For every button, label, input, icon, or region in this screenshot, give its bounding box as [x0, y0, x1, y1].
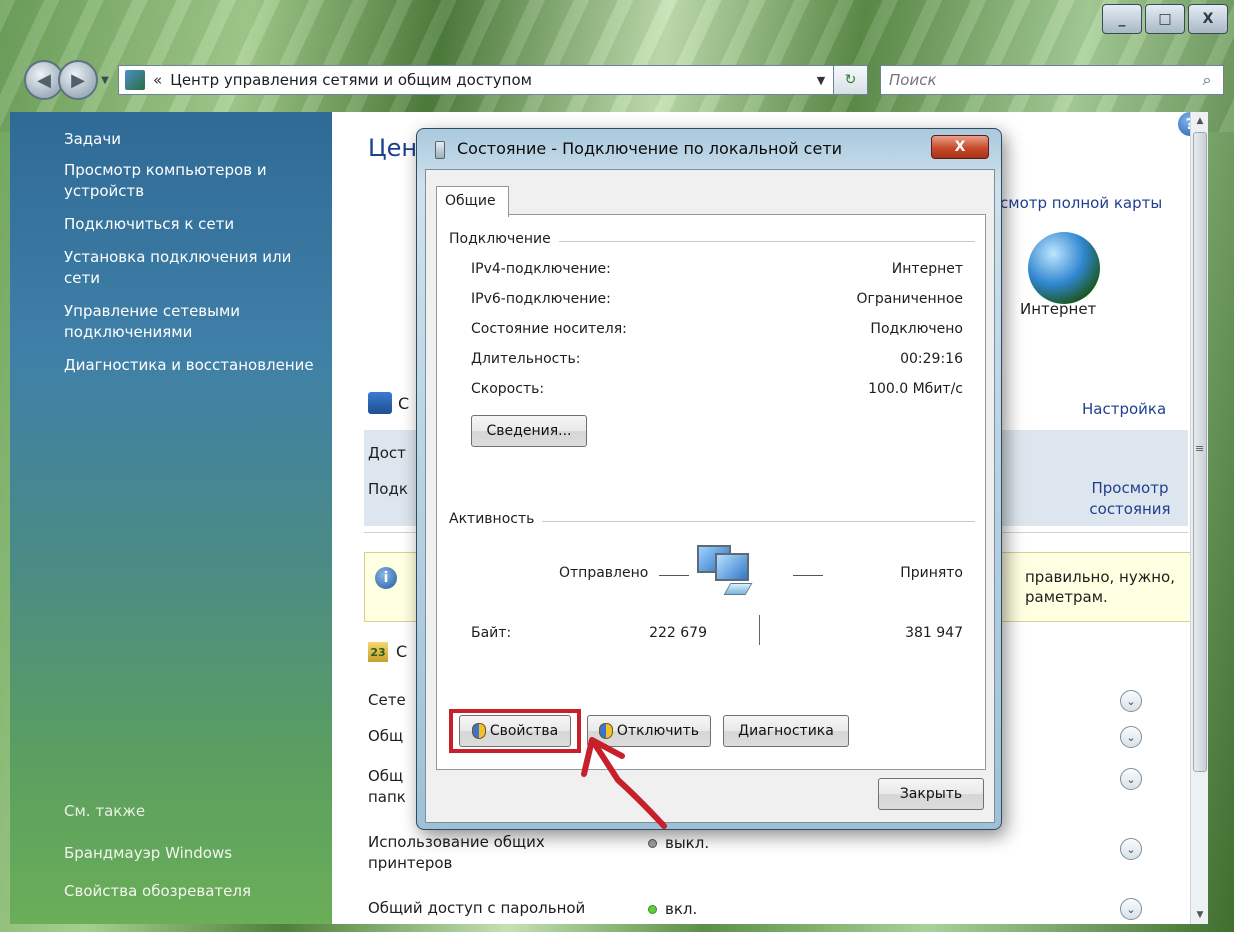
diagnose-button[interactable]: Диагностика — [723, 715, 849, 747]
sharing-row-label: Общ папк — [368, 767, 406, 806]
address-dropdown-icon[interactable]: ▼ — [809, 74, 833, 87]
sidebar-item-connect[interactable]: Подключиться к сети — [64, 214, 320, 235]
disable-button-label: Отключить — [616, 723, 700, 739]
setup-link[interactable]: Настройка — [1082, 400, 1166, 418]
sharing-row-label: Сете — [368, 691, 406, 709]
sharing-row-value: выкл. — [665, 834, 710, 852]
activity-divider — [759, 615, 760, 645]
expand-icon[interactable]: ⌄ — [1120, 768, 1142, 790]
access-label: Дост — [368, 444, 406, 462]
ipv6-value: Ограниченное — [856, 291, 963, 307]
properties-button-label: Свойства — [489, 723, 559, 739]
tab-panel: Подключение IPv4-подключение: Интернет I… — [436, 214, 986, 770]
disable-button[interactable]: Отключить — [587, 715, 711, 747]
tab-general[interactable]: Общие — [436, 186, 509, 217]
expand-icon[interactable]: ⌄ — [1120, 838, 1142, 860]
sidebar-item-diagnose[interactable]: Диагностика и восстановление — [64, 355, 320, 376]
network-section-title: С — [398, 394, 410, 413]
shield-icon — [471, 723, 486, 739]
navigation-bar: ◀ ▶ ▼ « Центр управления сетями и общим … — [24, 58, 1224, 102]
expand-icon[interactable]: ⌄ — [1120, 726, 1142, 748]
expand-icon[interactable]: ⌄ — [1120, 690, 1142, 712]
status-off-icon — [648, 839, 657, 848]
close-window-button[interactable]: X — [1188, 4, 1228, 34]
sent-label: Отправлено — [559, 565, 649, 581]
bytes-label: Байт: — [471, 625, 512, 641]
scroll-grip-icon: ≡ — [1195, 442, 1205, 455]
vertical-scrollbar[interactable]: ▲ ≡ ▼ — [1190, 112, 1208, 924]
sharing-row-label: Использование общих принтеров — [368, 833, 545, 872]
ipv4-value: Интернет — [891, 261, 963, 277]
window: _ □ X ◀ ▶ ▼ « Центр управления сетями и … — [0, 0, 1234, 932]
breadcrumb[interactable]: Центр управления сетями и общим доступом — [170, 71, 809, 89]
duration-value: 00:29:16 — [900, 351, 963, 367]
duration-label: Длительность: — [471, 351, 581, 367]
status-on-icon — [648, 905, 657, 914]
cable-icon — [723, 583, 753, 595]
bytes-sent-value: 222 679 — [649, 625, 707, 641]
breadcrumb-overflow[interactable]: « — [153, 71, 162, 89]
info-icon: i — [375, 567, 397, 589]
sharing-row-status: выкл. — [648, 834, 709, 852]
sharing-row-label: Общ — [368, 727, 404, 745]
sent-line — [659, 575, 689, 576]
history-dropdown-icon[interactable]: ▼ — [98, 70, 112, 90]
view-status-link[interactable]: Просмотр состояния — [1070, 478, 1190, 520]
ipv6-label: IPv6-подключение: — [471, 291, 611, 307]
received-line — [793, 575, 823, 576]
received-label: Принято — [900, 565, 963, 581]
sharing-section-title: С — [396, 642, 408, 661]
see-also-title: См. также — [64, 802, 146, 820]
internet-label: Интернет — [1020, 300, 1097, 318]
sharing-row-status: вкл. — [648, 900, 697, 918]
sidebar-item-manage-connections[interactable]: Управление сетевыми подключениями — [64, 301, 320, 343]
control-panel-icon — [125, 70, 145, 90]
dialog-body: Общие Подключение IPv4-подключение: Инте… — [425, 169, 995, 823]
close-button[interactable]: Закрыть — [878, 778, 984, 810]
sidebar-item-setup-connection[interactable]: Установка подключения или сети — [64, 247, 320, 289]
network-icon — [368, 392, 392, 414]
refresh-icon[interactable]: ↻ — [834, 65, 868, 95]
expand-icon[interactable]: ⌄ — [1120, 898, 1142, 920]
scroll-up-icon[interactable]: ▲ — [1191, 112, 1209, 130]
search-input[interactable] — [889, 71, 1191, 89]
see-also-internet-options[interactable]: Свойства обозревателя — [64, 882, 251, 900]
bytes-received-value: 381 947 — [905, 625, 963, 641]
scroll-down-icon[interactable]: ▼ — [1191, 906, 1209, 924]
media-state-label: Состояние носителя: — [471, 321, 627, 337]
address-bar[interactable]: « Центр управления сетями и общим доступ… — [118, 65, 834, 95]
search-icon[interactable]: ⌕ — [1191, 70, 1223, 90]
sharing-row-value: вкл. — [665, 900, 698, 918]
caption-buttons: _ □ X — [1099, 4, 1228, 34]
info-banner-text: правильно, нужно, раметрам. — [1025, 568, 1176, 606]
properties-button[interactable]: Свойства — [459, 715, 571, 747]
computer-icon — [697, 541, 753, 597]
sharing-row-label: Общий доступ с парольной — [368, 899, 586, 917]
shield-icon — [598, 723, 613, 739]
task-sidebar: Задачи Просмотр компьютеров и устройств … — [10, 112, 332, 924]
connection-status-dialog: Состояние - Подключение по локальной сет… — [416, 128, 1002, 830]
media-state-value: Подключено — [870, 321, 963, 337]
full-map-link[interactable]: смотр полной карты — [1000, 194, 1162, 212]
see-also-firewall[interactable]: Брандмауэр Windows — [64, 844, 232, 862]
dialog-close-button[interactable]: X — [931, 135, 989, 159]
minimize-button[interactable]: _ — [1102, 4, 1142, 34]
sharing-icon: 23 — [368, 642, 388, 662]
maximize-button[interactable]: □ — [1145, 4, 1185, 34]
sidebar-title: Задачи — [64, 130, 121, 148]
search-box[interactable]: ⌕ — [880, 65, 1224, 95]
monitor-front-icon — [715, 553, 749, 581]
activity-group-title: Активность — [449, 511, 543, 527]
speed-value: 100.0 Мбит/с — [868, 381, 963, 397]
details-button[interactable]: Сведения... — [471, 415, 587, 447]
ipv4-label: IPv4-подключение: — [471, 261, 611, 277]
globe-icon[interactable] — [1028, 232, 1100, 304]
connection-icon — [435, 141, 445, 159]
forward-button[interactable]: ▶ — [58, 60, 98, 100]
speed-label: Скорость: — [471, 381, 545, 397]
connection-group-title: Подключение — [449, 231, 559, 247]
sidebar-item-view-computers[interactable]: Просмотр компьютеров и устройств — [64, 160, 320, 202]
connection-label: Подк — [368, 480, 408, 498]
dialog-title: Состояние - Подключение по локальной сет… — [457, 139, 843, 158]
